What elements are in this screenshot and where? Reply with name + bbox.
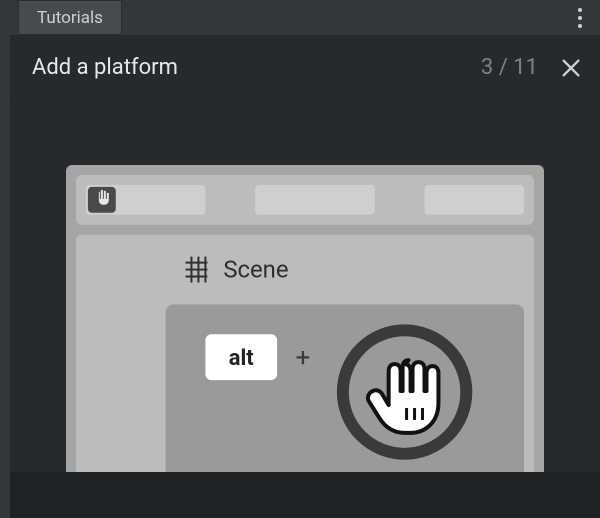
tab-label: Tutorials bbox=[37, 8, 103, 28]
svg-text:+: + bbox=[296, 343, 311, 373]
panel-header: Add a platform 3 / 11 bbox=[10, 35, 600, 101]
kebab-menu-icon[interactable] bbox=[560, 0, 600, 35]
close-icon[interactable] bbox=[560, 57, 582, 79]
tutorial-illustration: Scene alt + bbox=[66, 165, 544, 518]
panel-footer bbox=[10, 472, 600, 518]
left-gutter bbox=[0, 0, 10, 518]
tab-bar: Tutorials bbox=[10, 0, 600, 35]
panel-title: Add a platform bbox=[32, 55, 481, 80]
scene-label-text: Scene bbox=[223, 256, 288, 284]
svg-text:alt: alt bbox=[229, 346, 254, 371]
tab-tutorials[interactable]: Tutorials bbox=[18, 0, 122, 35]
step-counter: 3 / 11 bbox=[481, 55, 538, 80]
tutorial-panel: Add a platform 3 / 11 bbox=[10, 35, 600, 518]
